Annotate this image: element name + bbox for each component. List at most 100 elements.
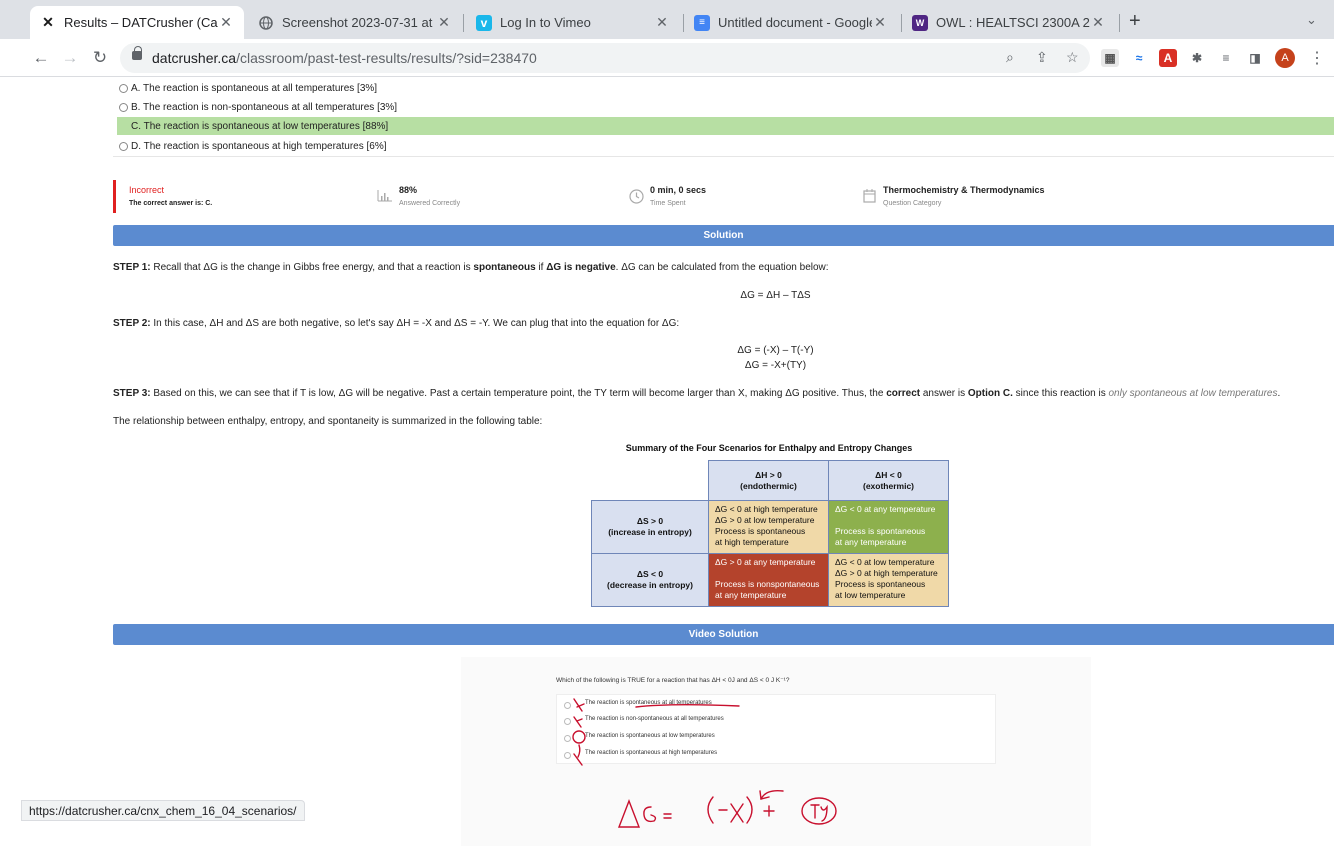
close-icon[interactable]: ✕ <box>436 14 452 31</box>
cell-exo-entropy-increase: ΔG < 0 at any temperature Process is spo… <box>828 500 949 554</box>
step-text: . ΔG can be calculated from the equation… <box>615 262 829 273</box>
cell-line: ΔG < 0 at high temperature <box>715 504 818 514</box>
step-label: STEP 3: <box>113 388 151 399</box>
answer-option-d[interactable]: D. The reaction is spontaneous at high t… <box>119 137 387 155</box>
tab-divider <box>463 14 464 32</box>
cell-line: ΔG > 0 at any temperature <box>715 557 816 567</box>
radio-button[interactable] <box>119 102 128 112</box>
lock-icon[interactable] <box>132 46 142 60</box>
time-spent: 0 min, 0 secs <box>650 185 707 195</box>
cell-line <box>835 515 942 526</box>
reading-list-icon[interactable]: ≡ <box>1217 49 1235 67</box>
video-player[interactable]: Which of the following is TRUE for a rea… <box>461 657 1091 846</box>
close-icon[interactable]: ✕ <box>218 14 234 31</box>
tab-title: Screenshot 2023-07-31 at 5.0 <box>282 15 436 30</box>
radio-button[interactable] <box>119 141 128 151</box>
close-icon[interactable]: ✕ <box>1090 14 1106 31</box>
step-label: STEP 2: <box>113 318 151 329</box>
extensions-puzzle-icon[interactable]: ✱ <box>1188 49 1206 67</box>
globe-icon <box>258 15 274 31</box>
profile-avatar[interactable]: A <box>1275 48 1295 68</box>
step-2: STEP 2: In this case, ΔH and ΔS are both… <box>113 318 679 329</box>
result-status: Incorrect <box>129 185 165 195</box>
cell-line: ΔG < 0 at low temperature <box>835 557 935 567</box>
option-label: A. The reaction is spontaneous at all te… <box>131 82 378 94</box>
tab-owl[interactable]: W OWL : HEALTSCI 2300A 200 SI ✕ <box>902 6 1116 39</box>
gibbs-equation: ΔG = ΔH – TΔS <box>740 290 811 301</box>
step-text: Based on this, we can see that if T is l… <box>150 388 887 399</box>
calculator-extension-icon[interactable]: ▦ <box>1101 49 1119 67</box>
step-text: answer is <box>920 388 968 399</box>
solution-header: Solution <box>113 225 1334 246</box>
step-1: STEP 1: Recall that ΔG is the change in … <box>113 262 829 273</box>
handwritten-annotations <box>572 698 837 828</box>
video-solution-header: Video Solution <box>113 624 1334 645</box>
chevron-down-icon[interactable]: ⌄ <box>1306 12 1317 28</box>
substituted-equation: ΔG = (-X) – T(-Y) <box>737 345 814 356</box>
tab-title: Log In to Vimeo <box>500 15 591 30</box>
radio-button[interactable] <box>119 83 128 93</box>
bookmark-star-icon[interactable]: ☆ <box>1066 49 1079 66</box>
wave-extension-icon[interactable]: ≈ <box>1130 49 1148 67</box>
header-endothermic: ΔH > 0 (endothermic) <box>708 460 829 501</box>
incorrect-indicator <box>113 180 116 213</box>
pdf-extension-icon[interactable]: A <box>1159 49 1177 67</box>
percent-correct-label: Answered Correctly <box>399 200 461 207</box>
cell-line: at any temperature <box>715 590 787 600</box>
step-text: Recall that ΔG is the change in Gibbs fr… <box>150 262 474 273</box>
question-category: Thermochemistry & Thermodynamics <box>883 185 1045 195</box>
page-content: A. The reaction is spontaneous at all te… <box>0 78 1334 846</box>
reload-button[interactable]: ↻ <box>89 47 111 69</box>
summary-intro: The relationship between enthalpy, entro… <box>113 416 543 427</box>
header-line: ΔH < 0 <box>875 469 902 480</box>
tab-datcrusher[interactable]: ✕ Results – DATCrusher (Canadi ✕ <box>30 6 244 39</box>
tab-vimeo[interactable]: v Log In to Vimeo ✕ <box>466 6 680 39</box>
url-host: datcrusher.ca <box>152 50 237 66</box>
url-path: /classroom/past-test-results/results/?si… <box>236 50 537 66</box>
close-icon[interactable]: ✕ <box>872 14 888 31</box>
tab-strip: ✕ Results – DATCrusher (Canadi ✕ Screens… <box>0 0 1334 39</box>
close-icon[interactable]: ✕ <box>654 14 670 31</box>
step-emphasis: spontaneous <box>473 262 536 273</box>
cell-line: Process is spontaneous <box>835 526 926 536</box>
answer-option-b[interactable]: B. The reaction is non-spontaneous at al… <box>119 98 397 116</box>
url-text[interactable]: datcrusher.ca/classroom/past-test-result… <box>152 50 537 66</box>
side-panel-icon[interactable]: ◨ <box>1246 49 1264 67</box>
option-label: B. The reaction is non-spontaneous at al… <box>131 101 398 113</box>
new-tab-button[interactable]: + <box>1129 10 1141 33</box>
option-label: D. The reaction is spontaneous at high t… <box>131 140 387 152</box>
step-3: STEP 3: Based on this, we can see that i… <box>113 388 1280 399</box>
zoom-icon[interactable]: ⌕ <box>1006 49 1014 66</box>
cell-line: at any temperature <box>835 537 907 547</box>
header-line: ΔH > 0 <box>755 469 782 480</box>
back-button[interactable]: ← <box>30 47 52 69</box>
answer-option-c[interactable]: C. The reaction is spontaneous at low te… <box>117 117 1334 135</box>
cell-line <box>715 568 822 579</box>
step-text: . <box>1277 388 1281 399</box>
cell-line: ΔG > 0 at low temperature <box>715 515 815 525</box>
tab-screenshot[interactable]: Screenshot 2023-07-31 at 5.0 ✕ <box>248 6 462 39</box>
answer-option-a[interactable]: A. The reaction is spontaneous at all te… <box>119 79 377 97</box>
tab-title: Untitled document - Google Do <box>718 15 872 30</box>
table-title: Summary of the Four Scenarios for Enthal… <box>625 443 913 453</box>
header-line: (increase in entropy) <box>608 527 692 537</box>
step-emphasis: ΔG is negative <box>546 262 616 273</box>
browser-toolbar: ← → ↻ datcrusher.ca/classroom/past-test-… <box>0 39 1334 77</box>
row-header-entropy-decrease: ΔS < 0 (decrease in entropy) <box>591 553 709 607</box>
share-icon[interactable]: ⇪ <box>1036 49 1048 66</box>
clock-icon <box>629 189 644 207</box>
cell-exo-entropy-decrease: ΔG < 0 at low temperature ΔG > 0 at high… <box>828 553 949 607</box>
address-bar[interactable]: datcrusher.ca/classroom/past-test-result… <box>120 43 1090 73</box>
more-menu-icon[interactable]: ⋮ <box>1309 48 1325 68</box>
forward-button[interactable]: → <box>59 47 81 69</box>
tab-title: Results – DATCrusher (Canadi <box>64 15 218 30</box>
docs-icon: ≡ <box>694 14 710 31</box>
cell-line: Process is spontaneous <box>715 526 806 536</box>
step-emphasis: Option C. <box>967 388 1013 399</box>
header-exothermic: ΔH < 0 (exothermic) <box>828 460 949 501</box>
cell-line: at high temperature <box>715 537 789 547</box>
cell-endo-entropy-increase: ΔG < 0 at high temperature ΔG > 0 at low… <box>708 500 829 554</box>
tab-google-docs[interactable]: ≡ Untitled document - Google Do ✕ <box>684 6 898 39</box>
cell-line: ΔG > 0 at high temperature <box>835 568 938 578</box>
simplified-equation: ΔG = -X+(TY) <box>744 360 807 371</box>
